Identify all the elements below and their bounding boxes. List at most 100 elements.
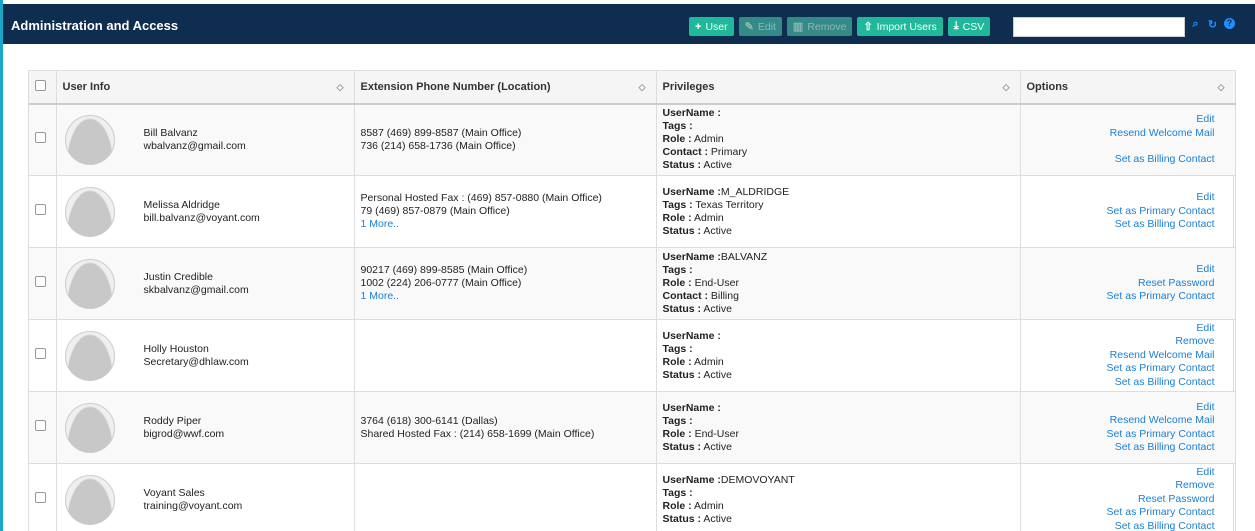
privilege-role: Role : Admin [662,133,724,146]
option-set-as-billing-contact-link[interactable]: Set as Billing Contact [1027,441,1215,455]
options-cell: Edit Reset Password Set as Primary Contact [1020,247,1236,320]
import-users-button[interactable]: ⇧ Import Users [857,17,943,36]
privilege-username: UserName :BALVANZ [662,251,768,263]
option-edit-link[interactable]: Edit [1027,113,1214,127]
option-set-as-primary-contact-link[interactable]: Set as Primary Contact [1027,362,1215,376]
privilege-status: Status : Active [662,368,732,381]
user-info-cell: Justin Credible skbalvanz@gmail.com [56,247,355,320]
table-row: Voyant Sales training@voyant.com UserName … [29,463,1236,531]
privilege-status: Status : Active [662,440,732,453]
search-icon[interactable]: ⌕ [1190,18,1201,31]
option-set-as-primary-contact-link[interactable]: Set as Primary Contact [1027,428,1215,442]
privilege-contact: Contact : Billing [662,290,739,302]
option-remove-link[interactable]: Remove [1027,479,1214,493]
option-set-as-primary-contact-link[interactable]: Set as Primary Contact [1027,205,1215,219]
user-name: Voyant Sales [143,486,205,499]
remove-button[interactable]: ▥ Remove [786,17,853,36]
extension-cell: 90217 (469) 899-8585 (Main Office) 1002 (… [354,247,657,320]
table-row: Roddy Piper bigrod@wwf.com 3764 (618) 300-… [29,391,1236,464]
option-resend-welcome-mail-link[interactable]: Resend Welcome Mail [1027,127,1215,141]
option-set-as-primary-contact-link[interactable]: Set as Primary Contact [1027,506,1215,520]
user-email: bill.balvanz@voyant.com [143,211,260,224]
user-name: Roddy Piper [143,414,202,427]
phone-entry: Shared Hosted Fax : (214) 658-1699 (Main… [360,427,595,440]
privilege-username: UserName :DEMOVOYANT [662,473,795,486]
more-phones-link[interactable]: 1 More.. [361,218,650,231]
row-checkbox[interactable] [35,132,46,144]
options-cell: Edit Remove Reset Password Set as Primary C… [1020,463,1236,531]
extension-cell [354,319,657,392]
privilege-tags: Tags : [662,414,693,427]
user-email: bigrod@wwf.com [143,427,225,440]
more-phones-link[interactable]: 1 More.. [361,290,650,303]
option-resend-welcome-mail-link[interactable]: Resend Welcome Mail [1027,414,1215,428]
privilege-username: UserName : [662,329,721,342]
phone-entry: 3764 (618) 300-6141 (Dallas) [360,414,498,427]
user-email: wbalvanz@gmail.com [143,139,246,152]
help-icon[interactable]: ? [1224,18,1235,29]
user-info-cell: Bill Balvanz wbalvanz@gmail.com [56,103,355,176]
privileges-cell: UserName :DEMOVOYANT Tags : Role : Admin St… [656,463,1021,531]
option-set-as-primary-contact-link[interactable]: Set as Primary Contact [1027,290,1215,304]
user-info-cell: Melissa Aldridge bill.balvanz@voyant.com [56,175,355,248]
avatar [64,114,115,165]
option-set-as-billing-contact-link[interactable]: Set as Billing Contact [1027,376,1215,390]
csv-export-button[interactable]: ⤓ CSV [947,17,991,36]
phone-entry: 1002 (224) 206-0777 (Main Office) [360,277,522,289]
row-checkbox[interactable] [35,204,46,215]
option-edit-link[interactable]: Edit [1027,191,1214,205]
option-set-as-billing-contact-link[interactable]: Set as Billing Contact [1027,520,1215,531]
row-checkbox[interactable] [35,420,46,431]
avatar [64,186,115,237]
column-header-extension[interactable]: Extension Phone Number (Location) ◇ [354,70,657,105]
privilege-role: Role : Admin [662,499,724,512]
column-header-options[interactable]: Options ◇ [1020,70,1236,105]
select-all-checkbox[interactable] [35,79,46,91]
option-set-as-billing-contact-link[interactable]: Set as Billing Contact [1027,153,1215,167]
extension-cell: 8587 (469) 899-8587 (Main Office) 736 (21… [354,103,657,176]
sort-icon[interactable]: ◇ [1003,82,1010,93]
row-checkbox[interactable] [35,492,46,503]
options-cell: Edit Set as Primary Contact Set as Billing… [1020,175,1236,248]
option-set-as-billing-contact-link[interactable]: Set as Billing Contact [1027,218,1215,232]
privileges-cell: UserName : Tags : Role : Admin Status : Act… [656,319,1021,392]
sort-icon[interactable]: ◇ [337,82,344,93]
option-edit-link[interactable]: Edit [1027,401,1214,415]
sort-icon[interactable]: ◇ [639,82,646,93]
phone-entry: 736 (214) 658-1736 (Main Office) [360,139,516,152]
plus-icon: + [695,20,702,33]
toolbar: + User ✎ Edit ▥ Remove ⇧ Import Users ⤓ … [689,17,991,36]
column-header-user-info[interactable]: User Info ◇ [56,70,355,105]
privileges-cell: UserName : Tags : Role : Admin Contact : Pr… [656,103,1021,176]
user-info-cell: Voyant Sales training@voyant.com [56,463,355,531]
user-name: Justin Credible [143,270,213,283]
avatar [64,258,115,309]
option-edit-link[interactable]: Edit [1027,263,1214,277]
user-info-cell: Roddy Piper bigrod@wwf.com [56,391,355,464]
row-checkbox[interactable] [35,348,46,359]
options-cell: Edit Resend Welcome Mail Set as Primary Co… [1020,391,1236,464]
option-edit-link[interactable]: Edit [1027,466,1214,480]
privilege-status: Status : Active [662,303,732,315]
edit-icon: ✎ [744,21,754,33]
row-checkbox[interactable] [35,276,46,287]
option-resend-welcome-mail-link[interactable]: Resend Welcome Mail [1027,349,1215,363]
edit-button[interactable]: ✎ Edit [738,17,782,36]
privilege-tags: Tags : [662,264,693,276]
avatar [64,330,115,381]
page-header: Administration and Access + User ✎ Edit … [3,4,1255,44]
privilege-username: UserName : [662,107,721,120]
option-reset-password-link[interactable]: Reset Password [1027,493,1214,507]
option-edit-link[interactable]: Edit [1027,322,1214,336]
search-input[interactable] [1013,17,1185,37]
sort-icon[interactable]: ◇ [1218,82,1225,93]
privilege-role: Role : End-User [662,277,739,289]
add-user-button[interactable]: + User [689,17,734,36]
user-email: training@voyant.com [143,499,243,512]
privilege-status: Status : Active [662,159,732,172]
user-name: Holly Houston [143,342,209,355]
refresh-icon[interactable]: ↻ [1207,18,1218,31]
option-reset-password-link[interactable]: Reset Password [1027,277,1214,291]
option-remove-link[interactable]: Remove [1027,335,1214,349]
column-header-privileges[interactable]: Privileges ◇ [656,70,1021,105]
